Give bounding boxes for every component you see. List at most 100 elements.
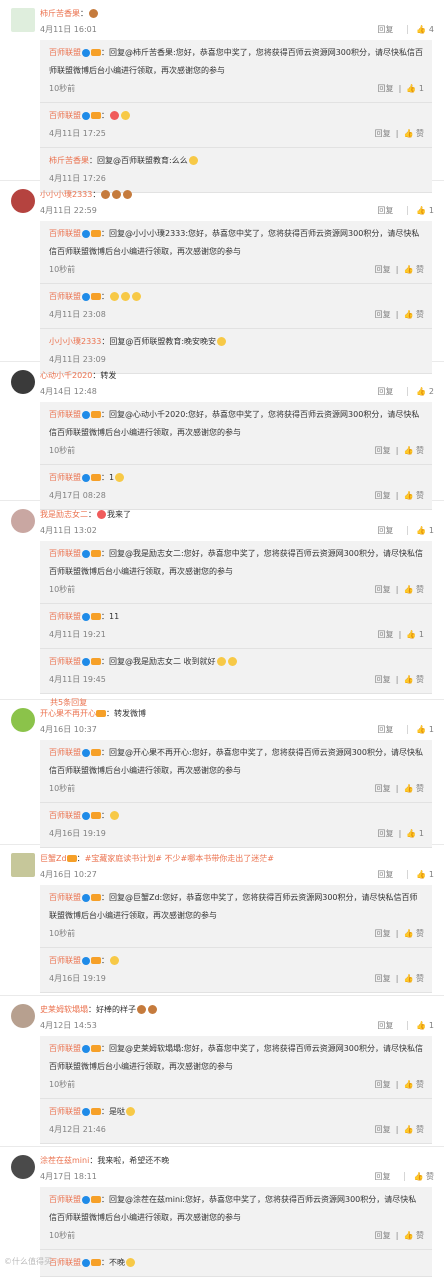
reply-button[interactable]: 回复	[375, 129, 391, 138]
username[interactable]: 我是励志女二	[40, 510, 88, 519]
username[interactable]: 百师联盟	[49, 1107, 81, 1116]
vip-icon	[91, 411, 101, 418]
username[interactable]: 百师联盟	[49, 549, 81, 558]
thumbs-up-icon[interactable]: 👍	[416, 24, 426, 35]
username[interactable]: 百师联盟	[49, 956, 81, 965]
username[interactable]: 柿斤苦香果	[49, 156, 89, 165]
username[interactable]: 百师联盟	[49, 657, 81, 666]
like-count: 赞	[416, 784, 424, 793]
username[interactable]: 百师联盟	[49, 1044, 81, 1053]
thumbs-up-icon[interactable]: 👍	[403, 129, 413, 138]
username[interactable]: 百师联盟	[49, 1258, 81, 1267]
like-count: 赞	[416, 1125, 424, 1134]
avatar[interactable]	[11, 708, 35, 732]
reply-button[interactable]: 回复	[377, 206, 393, 215]
username[interactable]: 百师联盟	[49, 612, 81, 621]
like-count: 赞	[416, 265, 424, 274]
reply-button[interactable]: 回复	[375, 675, 391, 684]
reply-button[interactable]: 回复	[375, 491, 391, 500]
reply-button[interactable]: 回复	[378, 829, 394, 838]
username[interactable]: 百师联盟	[49, 473, 81, 482]
thumbs-up-icon[interactable]: 👍	[403, 929, 413, 938]
username[interactable]: 百师联盟	[49, 410, 81, 419]
reply-button[interactable]: 回复	[375, 1231, 391, 1240]
username[interactable]: 百师联盟	[49, 1195, 81, 1204]
username[interactable]: 百师联盟	[49, 111, 81, 120]
thumbs-up-icon[interactable]: 👍	[416, 1020, 426, 1031]
username[interactable]: 百师联盟	[49, 748, 81, 757]
thumbs-up-icon[interactable]: 👍	[406, 630, 416, 639]
reply-button[interactable]: 回复	[377, 387, 393, 396]
emoji-icon	[110, 292, 119, 301]
reply-button[interactable]: 回复	[378, 84, 394, 93]
thumbs-up-icon[interactable]: 👍	[413, 1171, 423, 1182]
thumbs-up-icon[interactable]: 👍	[403, 784, 413, 793]
reply-button[interactable]: 回复	[375, 974, 391, 983]
username[interactable]: 柿斤苦香果	[40, 9, 80, 18]
thumbs-up-icon[interactable]: 👍	[416, 869, 426, 880]
thumbs-up-icon[interactable]: 👍	[416, 525, 426, 536]
reply-button[interactable]: 回复	[375, 265, 391, 274]
username[interactable]: 心动小千2020	[40, 371, 92, 380]
username[interactable]: 开心果不再开心	[40, 709, 96, 718]
username[interactable]: 百师联盟	[49, 893, 81, 902]
like-count: 赞	[416, 974, 424, 983]
username[interactable]: 小小小璞2333	[40, 190, 92, 199]
reply-button[interactable]: 回复	[375, 585, 391, 594]
reply-button[interactable]: 回复	[377, 25, 393, 34]
avatar[interactable]	[11, 189, 35, 213]
emoji-icon	[97, 510, 106, 519]
comment-text: 我来了	[107, 510, 131, 519]
reply-button[interactable]: 回复	[375, 446, 391, 455]
username[interactable]: 百师联盟	[49, 229, 81, 238]
thumbs-up-icon[interactable]: 👍	[406, 829, 416, 838]
reply-button[interactable]: 回复	[375, 1125, 391, 1134]
reply-button[interactable]: 回复	[375, 1080, 391, 1089]
avatar[interactable]	[11, 1155, 35, 1179]
username[interactable]: 涂茬在兹mini	[40, 1156, 89, 1165]
thumbs-up-icon[interactable]: 👍	[403, 974, 413, 983]
thumbs-up-icon[interactable]: 👍	[403, 1125, 413, 1134]
comment-text[interactable]: #宝藏家庭读书计划# 不少#哪本书带你走出了迷茫#	[85, 854, 274, 863]
reply-button[interactable]: 回复	[375, 784, 391, 793]
username[interactable]: 百师联盟	[49, 48, 81, 57]
username[interactable]: 百师联盟	[49, 292, 81, 301]
like-count: 赞	[416, 129, 424, 138]
timestamp: 4月16日 10:37	[40, 725, 97, 734]
thumbs-up-icon[interactable]: 👍	[403, 265, 413, 274]
thumbs-up-icon[interactable]: 👍	[416, 724, 426, 735]
username[interactable]: 巨蟹Zd	[40, 854, 67, 863]
reply-button[interactable]: 回复	[377, 725, 393, 734]
reply-content: 1	[109, 473, 115, 482]
reply-button[interactable]: 回复	[377, 870, 393, 879]
username[interactable]: 小小小璞2333	[49, 337, 101, 346]
thumbs-up-icon[interactable]: 👍	[403, 585, 413, 594]
verified-badge-icon	[82, 410, 90, 419]
thumbs-up-icon[interactable]: 👍	[403, 1080, 413, 1089]
avatar[interactable]	[11, 1004, 35, 1028]
reply-button[interactable]: 回复	[375, 310, 391, 319]
thumbs-up-icon[interactable]: 👍	[416, 386, 426, 397]
reply-button[interactable]: 回复	[375, 929, 391, 938]
reply-button[interactable]: 回复	[377, 1021, 393, 1030]
like-count: 赞	[416, 929, 424, 938]
reply-button[interactable]: 回复	[374, 1172, 390, 1181]
reply-actions: 回复 | 👍 1	[377, 84, 424, 93]
verified-badge-icon	[82, 1195, 90, 1204]
avatar[interactable]	[11, 853, 35, 877]
thumbs-up-icon[interactable]: 👍	[416, 205, 426, 216]
thumbs-up-icon[interactable]: 👍	[403, 1231, 413, 1240]
avatar[interactable]	[11, 8, 35, 32]
thumbs-up-icon[interactable]: 👍	[403, 446, 413, 455]
avatar[interactable]	[11, 509, 35, 533]
avatar[interactable]	[11, 370, 35, 394]
thumbs-up-icon[interactable]: 👍	[403, 310, 413, 319]
reply-button[interactable]: 回复	[377, 526, 393, 535]
thumbs-up-icon[interactable]: 👍	[403, 491, 413, 500]
thumbs-up-icon[interactable]: 👍	[403, 675, 413, 684]
reply-button[interactable]: 回复	[378, 630, 394, 639]
thumbs-up-icon[interactable]: 👍	[406, 84, 416, 93]
username[interactable]: 史莱姆软塌塌	[40, 1005, 88, 1014]
username[interactable]: 百师联盟	[49, 811, 81, 820]
verified-badge-icon	[82, 893, 90, 902]
